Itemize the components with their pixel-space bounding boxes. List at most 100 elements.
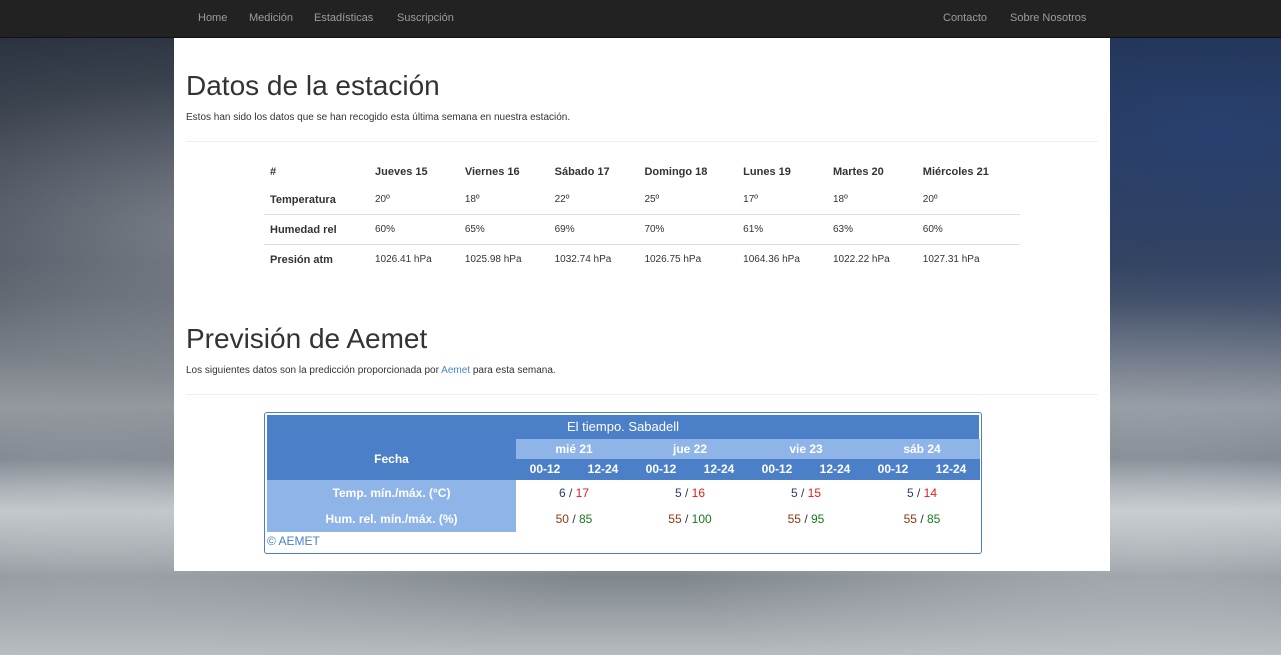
temp-min: 6 bbox=[558, 486, 566, 500]
row-label: Humedad rel bbox=[264, 214, 369, 245]
row-label: Temperatura bbox=[270, 193, 336, 206]
forecast-title: Previsión de Aemet bbox=[186, 323, 428, 354]
table-cell: 25º bbox=[644, 194, 660, 205]
station-data-table: # Jueves 15 Viernes 16 Sábado 17 Domingo… bbox=[264, 159, 1020, 274]
table-header-day: Jueves 15 bbox=[375, 166, 428, 178]
period: 00-12 bbox=[632, 459, 690, 480]
table-header-corner: # bbox=[270, 166, 277, 178]
table-cell: 61% bbox=[737, 214, 827, 245]
aemet-copyright-link[interactable]: © AEMET bbox=[267, 534, 320, 548]
period: 00-12 bbox=[864, 459, 922, 480]
table-header-day: Sábado 17 bbox=[554, 166, 610, 178]
table-cell: 20º bbox=[922, 194, 938, 205]
table-row-presion: Presión atm 1026.41 hPa 1025.98 hPa 1032… bbox=[264, 244, 1020, 274]
forecast-day: vie 23 bbox=[748, 439, 864, 459]
temp-cell: 6 / 17 bbox=[516, 480, 632, 506]
temp-max: 15 bbox=[807, 486, 822, 500]
hum-min: 55 bbox=[787, 512, 801, 526]
table-row-humedad: Humedad rel 60% 65% 69% 70% 61% 63% 60% bbox=[264, 214, 1020, 245]
hum-min: 55 bbox=[903, 512, 917, 526]
forecast-day: mié 21 bbox=[516, 439, 632, 459]
period: 00-12 bbox=[516, 459, 574, 480]
station-intro: Estos han sido los datos que se han reco… bbox=[186, 112, 571, 123]
temp-min: 5 bbox=[790, 486, 798, 500]
table-cell: 17º bbox=[743, 194, 758, 205]
temp-cell: 5 / 14 bbox=[864, 480, 980, 506]
separator: / bbox=[797, 486, 808, 500]
temp-cell: 5 / 15 bbox=[748, 480, 864, 506]
forecast-day: jue 22 bbox=[632, 439, 748, 459]
divider bbox=[186, 141, 1098, 142]
period: 12-24 bbox=[922, 459, 980, 480]
top-navbar: Home Medición Estadísticas Suscripción C… bbox=[0, 0, 1281, 38]
temp-min: 5 bbox=[674, 486, 682, 500]
divider bbox=[186, 394, 1098, 395]
nav-estadisticas[interactable]: Estadísticas bbox=[314, 0, 373, 37]
fecha-header: Fecha bbox=[267, 439, 516, 480]
nav-sobre-nosotros[interactable]: Sobre Nosotros bbox=[1010, 0, 1086, 37]
hum-min: 50 bbox=[555, 512, 569, 526]
aemet-link[interactable]: Aemet bbox=[441, 365, 470, 376]
separator: / bbox=[565, 486, 576, 500]
forecast-day: sáb 24 bbox=[864, 439, 980, 459]
period: 00-12 bbox=[748, 459, 806, 480]
table-header-day: Lunes 19 bbox=[743, 166, 791, 178]
forecast-intro-text: Los siguientes datos son la predicción p… bbox=[186, 365, 442, 376]
nav-home[interactable]: Home bbox=[198, 0, 227, 37]
temp-row-label: Temp. mín./máx. (°C) bbox=[267, 480, 516, 506]
nav-medicion[interactable]: Medición bbox=[249, 0, 293, 37]
temp-max: 16 bbox=[691, 486, 706, 500]
hum-max: 95 bbox=[811, 512, 825, 526]
temp-max: 17 bbox=[575, 486, 590, 500]
temp-max: 14 bbox=[923, 486, 938, 500]
hum-max: 85 bbox=[927, 512, 941, 526]
table-cell: 18º bbox=[464, 194, 480, 205]
hum-row-label: Hum. rel. mín./máx. (%) bbox=[267, 506, 516, 532]
row-label: Presión atm bbox=[264, 244, 369, 274]
hum-cell: 55 / 85 bbox=[864, 506, 980, 532]
table-cell: 1064.36 hPa bbox=[737, 244, 827, 274]
table-cell: 18º bbox=[832, 194, 848, 205]
table-header-day: Domingo 18 bbox=[644, 166, 708, 178]
nav-suscripcion[interactable]: Suscripción bbox=[397, 0, 454, 37]
table-cell: 1026.75 hPa bbox=[638, 244, 738, 274]
table-cell: 20º bbox=[375, 194, 390, 205]
forecast-intro: Los siguientes datos son la predicción p… bbox=[186, 365, 556, 376]
table-cell: 60% bbox=[916, 214, 1020, 245]
separator: / bbox=[681, 486, 692, 500]
table-header-day: Martes 20 bbox=[832, 166, 884, 178]
separator: / bbox=[916, 512, 927, 526]
separator: / bbox=[913, 486, 924, 500]
table-cell: 1027.31 hPa bbox=[916, 244, 1020, 274]
hum-cell: 50 / 85 bbox=[516, 506, 632, 532]
separator: / bbox=[568, 512, 579, 526]
table-header-row: # Jueves 15 Viernes 16 Sábado 17 Domingo… bbox=[264, 159, 1020, 185]
period: 12-24 bbox=[806, 459, 864, 480]
widget-title: El tiempo. Sabadell bbox=[267, 415, 979, 439]
table-cell: 65% bbox=[458, 214, 549, 245]
table-header-day: Miércoles 21 bbox=[922, 166, 989, 178]
table-header-day: Viernes 16 bbox=[464, 166, 520, 178]
table-cell: 1026.41 hPa bbox=[369, 244, 459, 274]
table-cell: 1022.22 hPa bbox=[826, 244, 917, 274]
aemet-forecast-widget: El tiempo. Sabadell Fecha mié 21 jue 22 … bbox=[264, 412, 982, 554]
forecast-intro-text: para esta semana. bbox=[470, 365, 556, 376]
temp-cell: 5 / 16 bbox=[632, 480, 748, 506]
separator: / bbox=[800, 512, 811, 526]
hum-max: 100 bbox=[691, 512, 712, 526]
table-cell: 22º bbox=[554, 194, 570, 205]
table-cell: 63% bbox=[826, 214, 917, 245]
table-row-temperatura: Temperatura 20º 18º 22º 25º 17º 18º 20º bbox=[264, 185, 1020, 215]
hum-max: 85 bbox=[579, 512, 593, 526]
main-content-panel: Datos de la estación Estos han sido los … bbox=[174, 38, 1110, 571]
hum-min: 55 bbox=[668, 512, 682, 526]
separator: / bbox=[681, 512, 692, 526]
table-cell: 1032.74 hPa bbox=[548, 244, 639, 274]
station-title: Datos de la estación bbox=[186, 70, 440, 101]
temp-min: 5 bbox=[906, 486, 914, 500]
hum-cell: 55 / 95 bbox=[748, 506, 864, 532]
table-cell: 1025.98 hPa bbox=[458, 244, 549, 274]
nav-contacto[interactable]: Contacto bbox=[943, 0, 987, 37]
period: 12-24 bbox=[574, 459, 632, 480]
table-cell: 70% bbox=[638, 214, 738, 245]
